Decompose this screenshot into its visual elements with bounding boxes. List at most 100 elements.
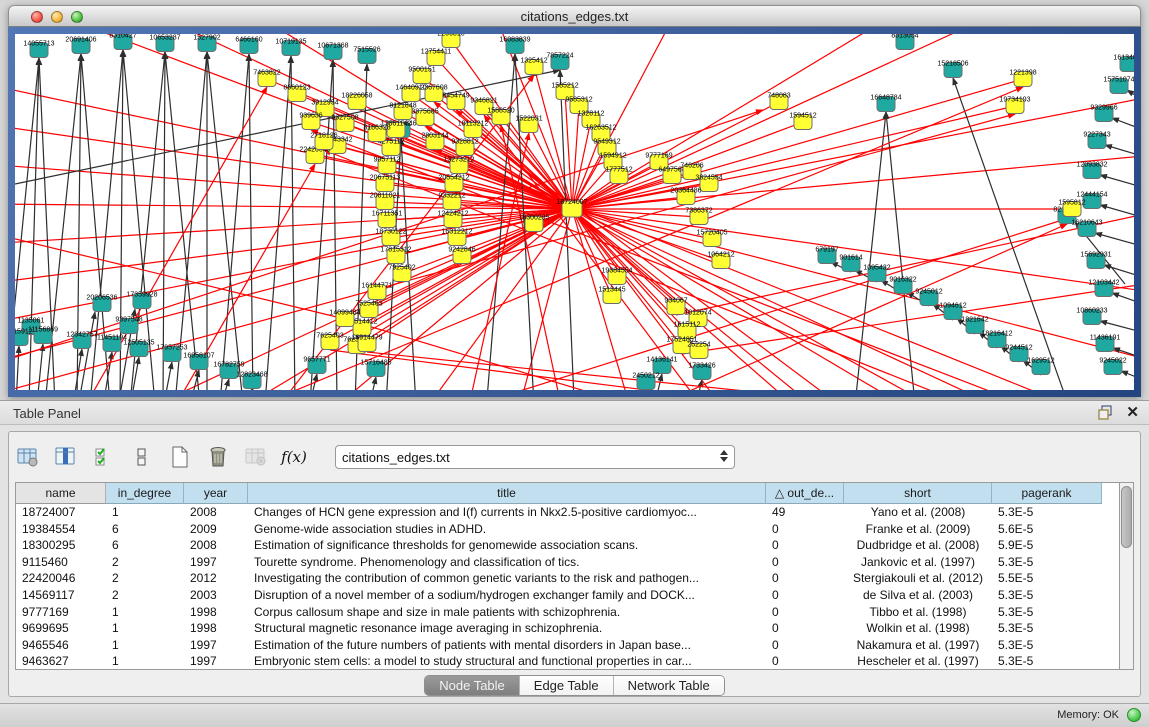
tab-network-table[interactable]: Network Table <box>614 676 724 695</box>
cell-out_degree[interactable]: 0 <box>766 554 844 571</box>
graph-edge[interactable] <box>15 204 572 209</box>
column-header-short[interactable]: short <box>844 483 992 504</box>
column-header-in_degree[interactable]: in_degree <box>106 483 184 504</box>
cell-year[interactable]: 2008 <box>184 537 248 554</box>
cell-year[interactable]: 1998 <box>184 620 248 637</box>
cell-title[interactable]: Embryonic stem cells: a model to study s… <box>248 653 766 670</box>
graph-edge[interactable] <box>886 112 917 390</box>
cell-in_degree[interactable]: 1 <box>106 604 184 621</box>
cell-title[interactable]: Genome-wide association studies in ADHD. <box>248 521 766 538</box>
cell-name[interactable]: 18724007 <box>16 504 106 521</box>
cell-name[interactable]: 9115460 <box>16 554 106 571</box>
cell-in_degree[interactable]: 1 <box>106 637 184 654</box>
select-rows-icon[interactable] <box>91 444 117 470</box>
cell-year[interactable]: 1997 <box>184 554 248 571</box>
cell-short[interactable]: de Silva et al. (2003) <box>844 587 992 604</box>
row-height-icon[interactable] <box>129 444 155 470</box>
cell-title[interactable]: Structural magnetic resonance image aver… <box>248 620 766 637</box>
cell-pagerank[interactable]: 5.3E-5 <box>992 604 1102 621</box>
cell-title[interactable]: Changes of HCN gene expression and I(f) … <box>248 504 766 521</box>
table-row[interactable]: 1872400712008Changes of HCN gene express… <box>16 504 1128 521</box>
table-row[interactable]: 977716911998Corpus callosum shape and si… <box>16 604 1128 621</box>
cell-short[interactable]: Franke et al. (2009) <box>844 521 992 538</box>
table-settings-icon[interactable] <box>15 444 41 470</box>
cell-pagerank[interactable]: 5.6E-5 <box>992 521 1102 538</box>
cell-year[interactable]: 1998 <box>184 604 248 621</box>
cell-name[interactable]: 22420046 <box>16 570 106 587</box>
column-header-year[interactable]: year <box>184 483 248 504</box>
cell-out_degree[interactable]: 49 <box>766 504 844 521</box>
cell-year[interactable]: 2012 <box>184 570 248 587</box>
graph-edge[interactable] <box>163 52 165 390</box>
cell-pagerank[interactable]: 5.3E-5 <box>992 554 1102 571</box>
graph-edge[interactable] <box>1100 321 1134 334</box>
cell-short[interactable]: Dudbridge et al. (2008) <box>844 537 992 554</box>
graph-edge[interactable] <box>572 34 995 209</box>
graph-edge[interactable] <box>70 349 82 390</box>
table-row[interactable]: 946362711997Embryonic stem cells: a mode… <box>16 653 1128 670</box>
delete-column-icon[interactable] <box>205 444 231 470</box>
graph-edge[interactable] <box>367 352 1065 390</box>
graph-edge[interactable] <box>315 209 572 390</box>
graph-edge[interactable] <box>1112 118 1134 132</box>
graph-edge[interactable] <box>560 70 575 390</box>
cell-in_degree[interactable]: 2 <box>106 554 184 571</box>
cell-in_degree[interactable]: 6 <box>106 521 184 538</box>
cell-in_degree[interactable]: 2 <box>106 570 184 587</box>
graph-edge[interactable] <box>160 362 172 390</box>
cell-title[interactable]: Tourette syndrome. Phenomenology and cla… <box>248 554 766 571</box>
column-header-title[interactable]: title <box>248 483 766 504</box>
table-row[interactable]: 911546021997Tourette syndrome. Phenomeno… <box>16 554 1128 571</box>
tab-node-table[interactable]: Node Table <box>425 676 520 695</box>
cell-out_degree[interactable]: 0 <box>766 570 844 587</box>
cell-year[interactable]: 2003 <box>184 587 248 604</box>
cell-pagerank[interactable]: 5.5E-5 <box>992 570 1102 587</box>
scrollbar-thumb[interactable] <box>1121 486 1132 548</box>
cell-title[interactable]: Investigating the contribution of common… <box>248 570 766 587</box>
cell-in_degree[interactable]: 1 <box>106 653 184 670</box>
graph-edge[interactable] <box>572 94 1134 209</box>
table-row[interactable]: 1938455462009Genome-wide association stu… <box>16 521 1128 538</box>
cell-year[interactable]: 2009 <box>184 521 248 538</box>
tab-edge-table[interactable]: Edge Table <box>520 676 614 695</box>
cell-in_degree[interactable]: 6 <box>106 537 184 554</box>
graph-edge[interactable] <box>265 56 291 390</box>
cell-name[interactable]: 9465546 <box>16 637 106 654</box>
cell-in_degree[interactable]: 1 <box>106 620 184 637</box>
graph-edge[interactable] <box>572 209 1035 390</box>
graph-edge[interactable] <box>365 377 376 390</box>
cell-out_degree[interactable]: 0 <box>766 637 844 654</box>
citation-network-graph[interactable]: 1405571320691406831042710653287152790264… <box>15 34 1134 390</box>
table-row[interactable]: 1830029562008Estimation of significance … <box>16 537 1128 554</box>
cell-short[interactable]: Stergiakouli et al. (2012) <box>844 570 992 587</box>
cell-title[interactable]: Corpus callosum shape and size in male p… <box>248 604 766 621</box>
column-header-pagerank[interactable]: pagerank <box>992 483 1102 504</box>
table-scrollbar[interactable] <box>1119 482 1134 670</box>
cell-pagerank[interactable]: 5.9E-5 <box>992 537 1102 554</box>
column-header-name[interactable]: name <box>16 483 106 504</box>
cell-title[interactable]: Disruption of a novel member of a sodium… <box>248 587 766 604</box>
table-row[interactable]: 2242004622012Investigating the contribut… <box>16 570 1128 587</box>
network-canvas[interactable]: 1405571320691406831042710653287152790264… <box>15 34 1134 390</box>
cell-out_degree[interactable]: 0 <box>766 604 844 621</box>
cell-name[interactable]: 14569117 <box>16 587 106 604</box>
cell-title[interactable]: Estimation of the future numbers of pati… <box>248 637 766 654</box>
cell-short[interactable]: Tibbo et al. (1998) <box>844 604 992 621</box>
function-builder-icon[interactable]: f(x) <box>281 444 307 470</box>
table-row[interactable]: 969969511998Structural magnetic resonanc… <box>16 620 1128 637</box>
table-row[interactable]: 1456911722003Disruption of a novel membe… <box>16 587 1128 604</box>
node-table[interactable]: namein_degreeyeartitle△ out_de...shortpa… <box>15 482 1129 670</box>
cell-name[interactable]: 18300295 <box>16 537 106 554</box>
cell-out_degree[interactable]: 0 <box>766 521 844 538</box>
graph-edge[interactable] <box>415 217 1072 390</box>
graph-edge[interactable] <box>330 350 915 390</box>
cell-pagerank[interactable]: 5.3E-5 <box>992 653 1102 670</box>
cell-pagerank[interactable]: 5.3E-5 <box>992 637 1102 654</box>
cell-short[interactable]: Jankovic et al. (1997) <box>844 554 992 571</box>
cell-short[interactable]: Hescheler et al. (1997) <box>844 653 992 670</box>
cell-in_degree[interactable]: 1 <box>106 504 184 521</box>
table-row[interactable]: 946554611997Estimation of the future num… <box>16 637 1128 654</box>
network-table-select[interactable]: citations_edges.txt <box>335 445 735 469</box>
cell-in_degree[interactable]: 2 <box>106 587 184 604</box>
cell-out_degree[interactable]: 0 <box>766 587 844 604</box>
